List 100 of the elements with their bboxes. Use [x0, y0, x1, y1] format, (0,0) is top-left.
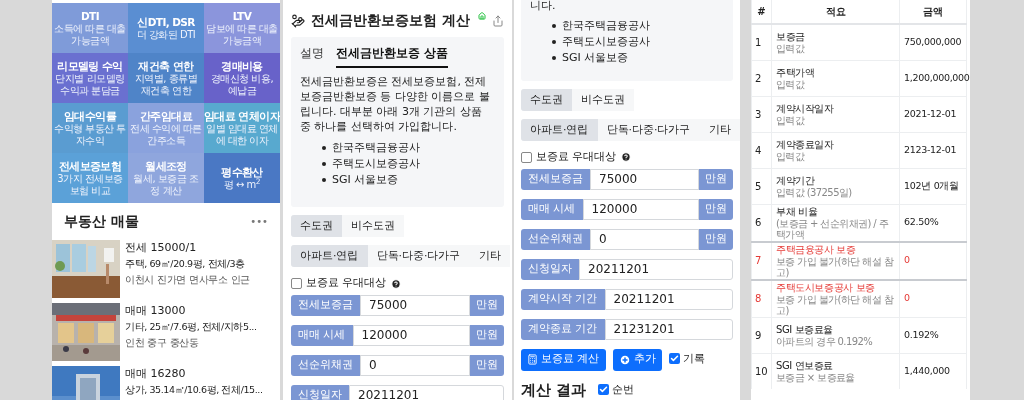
bullet-item: 한국주택금융공사 [332, 140, 420, 156]
hand-coin-icon [291, 13, 305, 28]
table-cell: 102년 0개월 [899, 168, 967, 204]
listing-title: 매매 16280 [125, 366, 187, 382]
checkbox-label: 보증료 우대대상 [306, 275, 387, 292]
item-note: 보증금 × 보증료율 [776, 371, 856, 383]
input-field[interactable]: 0 [590, 228, 699, 250]
unit-label: 만원 [699, 198, 733, 220]
item-note: 아파트의 경우 0.192% [776, 335, 874, 347]
listing-detail: 기타, 25㎡/7.6평, 전체/지하5... [125, 320, 257, 334]
unit-label: 만원 [470, 354, 504, 376]
option-tab[interactable]: 아파트·연립 [291, 245, 368, 268]
description-text: 전세금반환보증은 전세보증보험, 전제보증금반환보증 등 다양한 이름으로 불립니다. 대부분 아래 3개 기관의 상품 중 하나를 선택하여 가입합니다. [300, 74, 491, 135]
table-cell: 6 [751, 204, 772, 242]
table-cell: 5 [751, 168, 772, 204]
column-header: 금액 [899, 0, 967, 24]
option-tab[interactable]: 수도권 [521, 89, 572, 111]
table-cell: 0 [899, 279, 967, 317]
input-field[interactable]: 120000 [352, 324, 470, 346]
menu-tile[interactable]: 재건축 연한 지역별, 종류별 재건축 연한 [128, 53, 204, 103]
section-title: 계산 결과 [521, 379, 587, 400]
table-cell: 10 [751, 353, 772, 389]
bullet-icon [552, 55, 556, 60]
listing-item[interactable]: 매매 16280 상가, 35.14㎡/10.6평, 전체/15... [52, 366, 280, 400]
info-tab[interactable]: 전세금반환보증 상품 [336, 41, 448, 69]
table-cell: 1,200,000,000 [899, 60, 967, 96]
unit-label: 만원 [699, 168, 733, 190]
help-icon[interactable] [390, 278, 401, 289]
menu-tile[interactable]: 경매비용 경매신청 비용, 예납금 [204, 53, 280, 103]
table-cell: 7 [751, 241, 772, 280]
unit-label: 만원 [470, 294, 504, 316]
table-cell: 62.50% [899, 204, 967, 242]
listing-item[interactable]: 전세 15000/1 주택, 69㎡/20.9평, 전체/3층 이천시 진가면 면사무소 인근 [52, 240, 280, 298]
bullet-icon [552, 39, 556, 44]
field-label: 신청일자 [521, 258, 579, 280]
item-title: 계약시작일자 [776, 102, 835, 115]
bullet-icon [322, 177, 326, 182]
unit-label: 만원 [699, 228, 733, 250]
option-tab[interactable]: 수도권 [291, 215, 342, 238]
checkbox-label: 기록 [682, 350, 705, 367]
info-tab[interactable]: 설명 [300, 41, 324, 69]
item-title: 부채 비율 [776, 205, 819, 218]
help-icon[interactable] [620, 152, 631, 163]
share-icon[interactable] [492, 14, 504, 27]
description-text: 니다. [530, 0, 557, 12]
item-note: 보증 가입 불가(하단 해설 참고) [776, 255, 895, 278]
checkbox[interactable] [668, 353, 680, 365]
table-cell: 3 [751, 96, 772, 132]
table-cell: 750,000,000 [899, 24, 967, 60]
bullet-item: 주택도시보증공사 [332, 156, 420, 172]
option-tab[interactable]: 아파트·연립 [521, 119, 598, 141]
item-title: 주택금융공사 보증 [776, 243, 857, 256]
column-header: 적요 [771, 0, 900, 24]
field-label: 신청일자 [291, 384, 349, 400]
table-cell: 0.192% [899, 317, 967, 353]
input-field[interactable]: 75000 [590, 168, 699, 190]
table-cell: 2123-12-01 [899, 132, 967, 168]
calculator-icon [527, 354, 538, 365]
field-label: 전세보증금 [291, 294, 360, 316]
item-note: 입력값 [776, 78, 806, 90]
input-field[interactable]: 20211201 [579, 258, 733, 280]
checkbox[interactable] [598, 384, 610, 396]
input-field[interactable]: 21231201 [604, 318, 733, 340]
table-cell: 2 [751, 60, 772, 96]
menu-tile[interactable]: 평수환산 평 ↔ m$^{2}$ [204, 153, 280, 203]
plus-icon [618, 353, 631, 366]
listing-detail: 주택, 69㎡/20.9평, 전체/3층 [125, 257, 246, 271]
item-note: 입력값 (37255일) [776, 186, 853, 198]
bullet-item: SGI 서울보증 [332, 172, 399, 188]
listing-location: 이천시 진가면 면사무소 인근 [125, 273, 251, 287]
table-cell: 1,440,000 [899, 353, 967, 389]
input-field[interactable]: 120000 [582, 198, 699, 220]
listing-title: 전세 15000/1 [125, 240, 198, 256]
listing-item[interactable]: 매매 13000 기타, 25㎡/7.6평, 전체/지하5... 인천 중구 중산동 [52, 303, 280, 361]
more-button[interactable]: ••• [250, 214, 268, 229]
add-button[interactable]: 추가 [612, 348, 662, 371]
table-cell: 4 [751, 132, 772, 168]
checkbox[interactable] [521, 151, 532, 163]
listing-detail: 상가, 35.14㎡/10.6평, 전체/15... [125, 383, 263, 397]
input-field[interactable]: 20211201 [349, 384, 504, 400]
menu-tile[interactable]: 리모델링 수익 단지별 리모델링 수익과 분담금 [52, 53, 128, 103]
item-title: 계약기간 [776, 174, 816, 187]
field-label: 매매 시세 [291, 324, 353, 346]
item-title: 보증금 [776, 30, 806, 43]
field-label: 계약시작 기간 [521, 288, 605, 310]
field-label: 선순위채권 [291, 354, 360, 376]
item-title: SGI 연보증료 [776, 359, 835, 372]
field-label: 매매 시세 [521, 198, 583, 220]
listing-title: 매매 13000 [125, 303, 187, 319]
checkbox[interactable] [291, 278, 302, 289]
input-field[interactable]: 20211201 [604, 288, 733, 310]
field-label: 선순위채권 [521, 228, 590, 250]
input-field[interactable]: 0 [360, 354, 470, 376]
bullet-item: 한국주택금융공사 [562, 18, 650, 33]
item-note: 입력값 [776, 42, 806, 54]
unit-label: 만원 [470, 324, 504, 346]
input-field[interactable]: 75000 [360, 294, 470, 316]
checkbox-label: 보증료 우대대상 [536, 149, 617, 165]
calculate-button[interactable]: 보증료 계산 [521, 348, 606, 371]
item-title: 주택도시보증공사 보증 [776, 281, 876, 294]
